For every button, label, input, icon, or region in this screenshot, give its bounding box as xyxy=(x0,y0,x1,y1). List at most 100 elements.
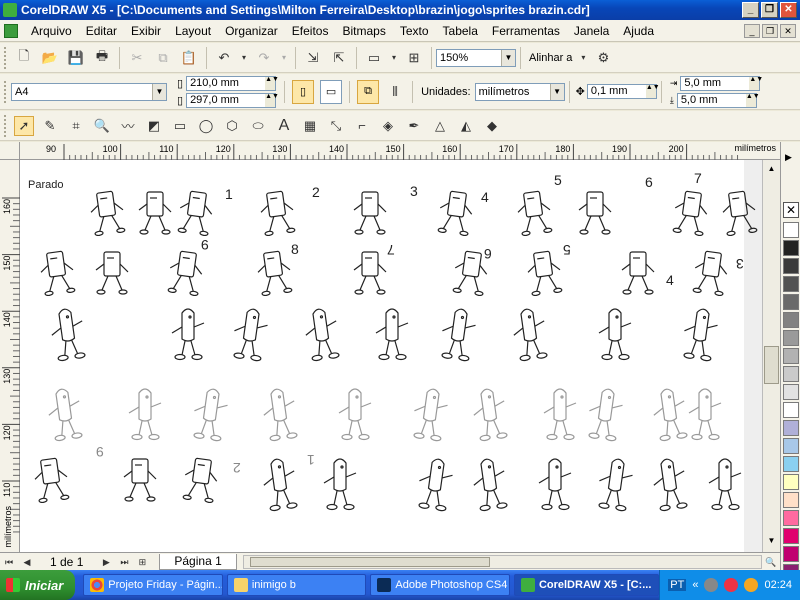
chevron-down-icon[interactable]: ▼ xyxy=(501,49,515,66)
task-folder[interactable]: inimigo b xyxy=(226,574,367,596)
options-icon[interactable]: ⚙ xyxy=(593,48,613,68)
all-pages-button[interactable]: ⧉ xyxy=(357,79,380,104)
zoom-tool-icon[interactable]: 🔍 xyxy=(92,116,112,136)
toolbar-grip[interactable] xyxy=(4,80,8,103)
character-sprite[interactable] xyxy=(180,455,220,521)
add-page-icon[interactable]: ⊞ xyxy=(135,555,149,569)
print-icon[interactable]: 🖶 xyxy=(92,48,112,68)
menu-tabela[interactable]: Tabela xyxy=(436,24,485,38)
current-page-icon[interactable]: ⫴ xyxy=(385,82,405,102)
portrait-button[interactable]: ▯ xyxy=(292,79,315,104)
export-icon[interactable]: ⇱ xyxy=(329,48,349,68)
character-sprite[interactable] xyxy=(320,455,360,521)
frame-label[interactable]: 3 xyxy=(736,256,744,272)
menu-organizar[interactable]: Organizar xyxy=(218,24,285,38)
page-size-select[interactable]: A4 ▼ xyxy=(11,82,167,101)
character-sprite[interactable] xyxy=(515,188,555,254)
tray-expand-icon[interactable]: « xyxy=(692,579,698,591)
menu-bitmaps[interactable]: Bitmaps xyxy=(335,24,392,38)
frame-label[interactable]: 3 xyxy=(410,183,418,199)
drawing-canvas[interactable]: Parado 1 2 3 4 5 6 7 9 8 7 6 5 4 3 9 2 1 xyxy=(20,160,762,552)
vertical-ruler[interactable]: 160 150 140 130 120 110 milímetros xyxy=(0,160,20,552)
import-icon[interactable]: ⇲ xyxy=(303,48,323,68)
vertical-scrollbar[interactable]: ▲ ▼ xyxy=(762,160,780,552)
chevron-down-icon[interactable]: ▼ xyxy=(549,83,564,100)
horizontal-ruler[interactable]: 90 100 110 120 130 140 150 160 170 180 190 200 milí… xyxy=(20,142,780,160)
redo-icon[interactable]: ↷ xyxy=(254,48,274,68)
color-swatch[interactable] xyxy=(783,330,799,346)
character-sprite[interactable] xyxy=(415,455,455,521)
freehand-tool-icon[interactable]: 〰 xyxy=(118,116,138,136)
copy-icon[interactable]: ⧉ xyxy=(153,48,173,68)
application-launcher-icon[interactable]: ▭ xyxy=(364,48,384,68)
tab-pagina-1[interactable]: Página 1 xyxy=(159,553,237,570)
character-sprite[interactable] xyxy=(470,455,510,521)
connector-tool-icon[interactable]: ⌐ xyxy=(352,116,372,136)
character-sprite[interactable] xyxy=(535,455,575,521)
menu-exibir[interactable]: Exibir xyxy=(124,24,168,38)
language-indicator[interactable]: PT xyxy=(668,579,687,591)
spinner-icon[interactable]: ▲▼ xyxy=(749,76,763,90)
color-swatch[interactable] xyxy=(783,258,799,274)
menu-arquivo[interactable]: Arquivo xyxy=(24,24,79,38)
spinner-icon[interactable]: ▲▼ xyxy=(265,76,279,90)
redo-dropdown-icon[interactable]: ▾ xyxy=(280,48,288,68)
restore-button[interactable]: ❐ xyxy=(761,2,778,18)
frame-label[interactable]: 7 xyxy=(694,170,702,186)
character-sprite[interactable] xyxy=(435,188,475,254)
horizontal-scroll-thumb[interactable] xyxy=(249,556,490,567)
eyedropper-tool-icon[interactable]: ✒ xyxy=(404,116,424,136)
character-sprite[interactable] xyxy=(45,385,85,451)
color-swatch[interactable] xyxy=(783,240,799,256)
snap-to-label[interactable]: Alinhar a xyxy=(529,52,572,64)
color-swatch[interactable] xyxy=(783,492,799,508)
character-sprite[interactable] xyxy=(470,385,510,451)
launcher-dropdown-icon[interactable]: ▾ xyxy=(390,48,398,68)
character-sprite[interactable] xyxy=(260,385,300,451)
color-swatch[interactable] xyxy=(783,474,799,490)
spinner-icon[interactable]: ▲▼ xyxy=(645,84,660,98)
tray-security-icon[interactable] xyxy=(724,578,739,592)
frame-label[interactable]: 6 xyxy=(645,174,653,190)
character-sprite[interactable] xyxy=(175,188,215,254)
color-swatch[interactable] xyxy=(783,420,799,436)
document-icon[interactable] xyxy=(4,23,18,38)
character-sprite[interactable] xyxy=(585,385,625,451)
duplicate-y-input[interactable]: 5,0 mm ▲▼ xyxy=(676,92,760,108)
task-coreldraw[interactable]: CorelDRAW X5 - [C:... xyxy=(513,574,660,596)
outline-tool-icon[interactable]: △ xyxy=(430,116,450,136)
task-chrome[interactable]: Projeto Friday - Págin... xyxy=(83,574,223,596)
menu-efeitos[interactable]: Efeitos xyxy=(285,24,336,38)
character-sprite[interactable] xyxy=(92,248,132,314)
first-page-icon[interactable]: ⏮ xyxy=(2,555,16,569)
character-sprite[interactable] xyxy=(650,455,690,521)
character-sprite[interactable] xyxy=(540,385,580,451)
doc-close-button[interactable]: ✕ xyxy=(780,23,796,38)
character-sprite[interactable] xyxy=(670,188,710,254)
minimize-button[interactable]: _ xyxy=(742,2,759,18)
character-sprite[interactable] xyxy=(302,305,342,371)
units-select[interactable]: milímetros ▼ xyxy=(474,82,565,101)
character-sprite[interactable] xyxy=(350,188,390,254)
character-sprite[interactable] xyxy=(120,455,160,521)
interactive-fill-tool-icon[interactable]: ◆ xyxy=(482,116,502,136)
menu-layout[interactable]: Layout xyxy=(168,24,218,38)
fill-tool-icon[interactable]: ◭ xyxy=(456,116,476,136)
frame-label[interactable]: 4 xyxy=(481,189,489,205)
character-sprite[interactable] xyxy=(190,385,230,451)
ruler-origin[interactable] xyxy=(0,142,20,160)
ellipse-tool-icon[interactable]: ◯ xyxy=(196,116,216,136)
character-sprite[interactable] xyxy=(410,385,450,451)
save-icon[interactable]: 💾 xyxy=(66,48,86,68)
color-swatch[interactable] xyxy=(783,510,799,526)
doc-minimize-button[interactable]: _ xyxy=(744,23,760,38)
vertical-scroll-thumb[interactable] xyxy=(764,346,779,384)
zoom-navigator-icon[interactable]: 🔍 xyxy=(764,555,778,569)
chevron-down-icon[interactable]: ▼ xyxy=(152,83,166,100)
character-sprite[interactable] xyxy=(705,455,745,521)
open-folder-icon[interactable]: 📂 xyxy=(40,48,60,68)
color-swatch[interactable] xyxy=(783,546,799,562)
doc-restore-button[interactable]: ❐ xyxy=(762,23,778,38)
color-swatch[interactable] xyxy=(783,528,799,544)
welcome-screen-icon[interactable]: ⊞ xyxy=(404,48,424,68)
